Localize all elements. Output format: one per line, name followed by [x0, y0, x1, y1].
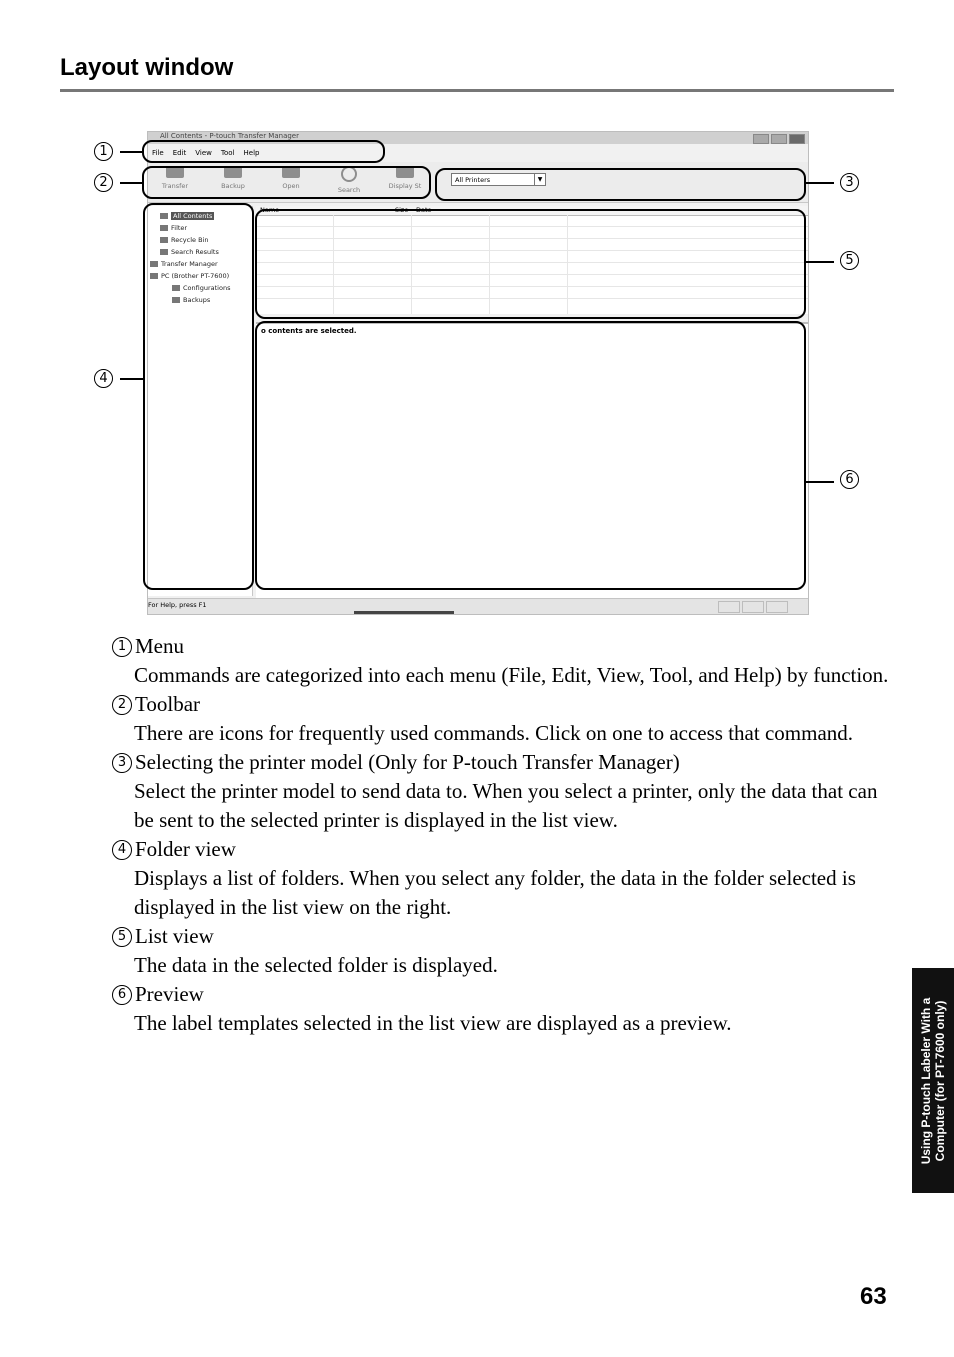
description-item-toolbar: 2 Toolbar There are icons for frequently …: [112, 690, 902, 748]
item-title: Preview: [135, 982, 204, 1006]
description-item-folder-view: 4 Folder view Displays a list of folders.…: [112, 835, 902, 922]
item-body: The data in the selected folder is displ…: [134, 953, 498, 977]
window-title: All Contents - P-touch Transfer Manager: [160, 132, 299, 140]
callout-5: 5: [840, 251, 859, 270]
callout-4-line: [120, 378, 144, 380]
description-item-menu: 1 Menu Commands are categorized into each…: [112, 632, 902, 690]
callout-3: 3: [840, 173, 859, 192]
callout-6-line: [805, 481, 834, 483]
status-cell: [718, 601, 740, 613]
status-text: For Help, press F1: [148, 601, 207, 609]
item-title: Selecting the printer model (Only for P-…: [135, 750, 680, 774]
item-body: The label templates selected in the list…: [134, 1011, 732, 1035]
preview-outline: [255, 321, 806, 590]
menu-outline: [142, 140, 385, 163]
close-icon[interactable]: [789, 134, 805, 144]
status-bar: For Help, press F1: [148, 598, 808, 614]
item-title: Toolbar: [135, 692, 201, 716]
description-list: 1 Menu Commands are categorized into each…: [112, 632, 902, 1038]
callout-1: 1: [94, 142, 113, 161]
status-progress: [354, 611, 454, 614]
item-title: List view: [135, 924, 214, 948]
callout-6: 6: [840, 470, 859, 489]
callout-2: 2: [94, 173, 113, 192]
item-title: Folder view: [135, 837, 236, 861]
description-item-printer-model: 3 Selecting the printer model (Only for P…: [112, 748, 902, 835]
toolbar-outline: [142, 166, 431, 199]
description-item-list-view: 5 List view The data in the selected fold…: [112, 922, 902, 980]
description-item-preview: 6 Preview The label templates selected in…: [112, 980, 902, 1038]
callout-5-line: [805, 261, 834, 263]
folder-view-outline: [143, 203, 254, 590]
item-number: 6: [112, 984, 132, 1005]
item-number: 1: [112, 636, 132, 657]
callout-1-line: [120, 151, 144, 153]
item-body: There are icons for frequently used comm…: [134, 721, 854, 745]
page-number: 63: [860, 1283, 887, 1310]
item-number: 4: [112, 839, 132, 860]
window-controls: [753, 134, 805, 144]
maximize-icon[interactable]: [771, 134, 787, 144]
status-cell: [766, 601, 788, 613]
item-title: Menu: [135, 634, 184, 658]
callout-4: 4: [94, 369, 113, 388]
list-view-outline: [255, 209, 806, 319]
callout-3-line: [805, 182, 834, 184]
item-body: Select the printer model to send data to…: [134, 779, 878, 832]
minimize-icon[interactable]: [753, 134, 769, 144]
title-rule: [60, 89, 894, 92]
printer-select-outline: [435, 168, 806, 201]
chapter-tab-line: Using P-touch Labeler With a: [919, 997, 933, 1164]
item-body: Displays a list of folders. When you sel…: [134, 866, 856, 919]
chapter-side-tab: Using P-touch Labeler With a Computer (f…: [912, 968, 954, 1193]
section-title: Layout window: [60, 54, 234, 81]
chapter-tab-text: Using P-touch Labeler With a Computer (f…: [919, 971, 947, 1191]
callout-2-line: [120, 182, 144, 184]
chapter-tab-line: Computer (for PT-7600 only): [933, 1000, 947, 1161]
status-cell: [742, 601, 764, 613]
layout-window-figure: All Contents - P-touch Transfer Manager …: [0, 120, 954, 620]
item-number: 2: [112, 694, 132, 715]
item-number: 3: [112, 752, 132, 773]
item-body: Commands are categorized into each menu …: [134, 663, 889, 687]
item-number: 5: [112, 926, 132, 947]
